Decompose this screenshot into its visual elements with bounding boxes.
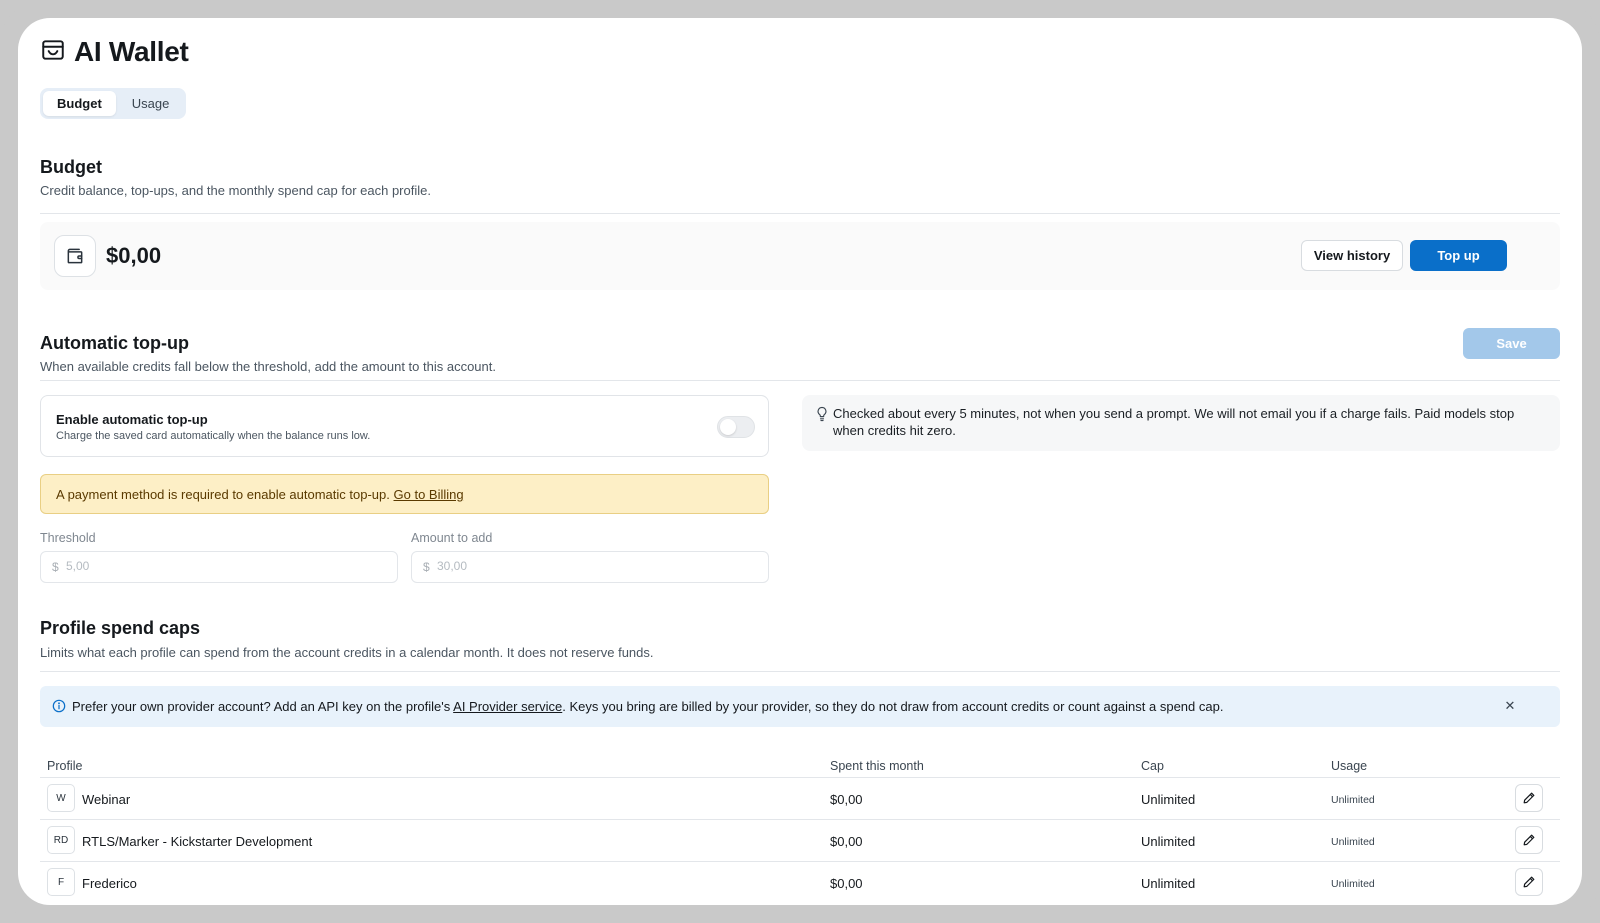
edit-cap-button[interactable] [1515,826,1543,854]
amount-field[interactable]: $ [411,551,769,583]
table-divider [40,777,1560,778]
top-up-button[interactable]: Top up [1410,240,1507,271]
ai-provider-service-link[interactable]: AI Provider service [453,699,562,714]
balance-card: $0,00 View history Top up [40,222,1560,290]
toggle-subtitle: Charge the saved card automatically when… [56,430,371,442]
notice-suffix: . Keys you bring are billed by your prov… [562,699,1224,714]
payment-warning: A payment method is required to enable a… [40,474,769,514]
window-frame: AI Wallet Budget Usage Budget Credit bal… [0,0,1600,923]
column-header-profile: Profile [47,759,83,773]
wallet-icon [40,37,66,68]
threshold-label: Threshold [40,531,96,545]
tab-budget[interactable]: Budget [43,91,116,116]
auto-topup-switch[interactable] [717,416,755,438]
save-button[interactable]: Save [1463,328,1560,359]
amount-label: Amount to add [411,531,493,545]
usage-value: Unlimited [1331,836,1375,848]
pencil-icon [1523,876,1535,888]
divider [40,671,1560,672]
column-header-cap: Cap [1141,759,1164,773]
currency-symbol: $ [52,560,59,574]
warning-text: A payment method is required to enable a… [56,487,390,502]
notice-text: Prefer your own provider account? Add an… [72,699,1223,714]
threshold-input[interactable] [66,559,366,573]
balance-wallet-icon [54,235,96,277]
switch-knob [720,419,736,435]
info-text: Checked about every 5 minutes, not when … [833,406,1515,438]
avatar: RD [47,826,75,854]
go-to-billing-link[interactable]: Go to Billing [394,487,464,502]
column-header-usage: Usage [1331,759,1368,773]
lightbulb-icon [817,406,827,422]
spent-value: $0,00 [830,834,863,849]
view-history-button[interactable]: View history [1301,240,1403,271]
amount-input[interactable] [437,559,737,573]
page-header: AI Wallet [40,36,189,68]
divider [40,213,1560,214]
warning-message: A payment method is required to enable a… [56,487,464,502]
spent-value: $0,00 [830,876,863,891]
auto-topup-toggle-card: Enable automatic top-up Charge the saved… [40,395,769,457]
cap-value: Unlimited [1141,792,1196,807]
budget-title: Budget [40,157,102,177]
usage-value: Unlimited [1331,878,1375,890]
toggle-title: Enable automatic top-up [56,412,208,427]
auto-topup-subtitle: When available credits fall below the th… [40,359,496,374]
info-circle-icon [52,699,66,713]
profile-name: RTLS/Marker - Kickstarter Development [82,834,313,849]
budget-subtitle: Credit balance, top-ups, and the monthly… [40,183,431,198]
currency-symbol: $ [423,560,430,574]
edit-cap-button[interactable] [1515,784,1543,812]
spend-caps-subtitle: Limits what each profile can spend from … [40,645,654,660]
divider [40,380,1560,381]
table-divider [40,861,1560,862]
auto-topup-title: Automatic top-up [40,333,189,353]
avatar: F [47,868,75,896]
profile-name: Frederico [82,876,137,891]
column-header-spent: Spent this month [830,759,924,773]
app-window: AI Wallet Budget Usage Budget Credit bal… [18,18,1582,905]
pencil-icon [1523,834,1535,846]
notice-prefix: Prefer your own provider account? Add an… [72,699,454,714]
usage-value: Unlimited [1331,794,1375,806]
spend-caps-title: Profile spend caps [40,618,201,638]
edit-cap-button[interactable] [1515,868,1543,896]
tab-bar: Budget Usage [40,88,187,119]
table-divider [40,819,1560,820]
byok-notice: Prefer your own provider account? Add an… [40,686,1560,727]
balance-amount: $0,00 [106,243,162,268]
close-icon[interactable]: ✕ [1500,696,1520,716]
info-callout: Checked about every 5 minutes, not when … [802,395,1560,451]
tab-usage[interactable]: Usage [118,91,184,116]
avatar: W [47,784,75,812]
page-title: AI Wallet [74,36,189,67]
cap-value: Unlimited [1141,834,1196,849]
threshold-field[interactable]: $ [40,551,398,583]
profile-name: Webinar [82,792,131,807]
spent-value: $0,00 [830,792,863,807]
cap-value: Unlimited [1141,876,1196,891]
pencil-icon [1523,792,1535,804]
